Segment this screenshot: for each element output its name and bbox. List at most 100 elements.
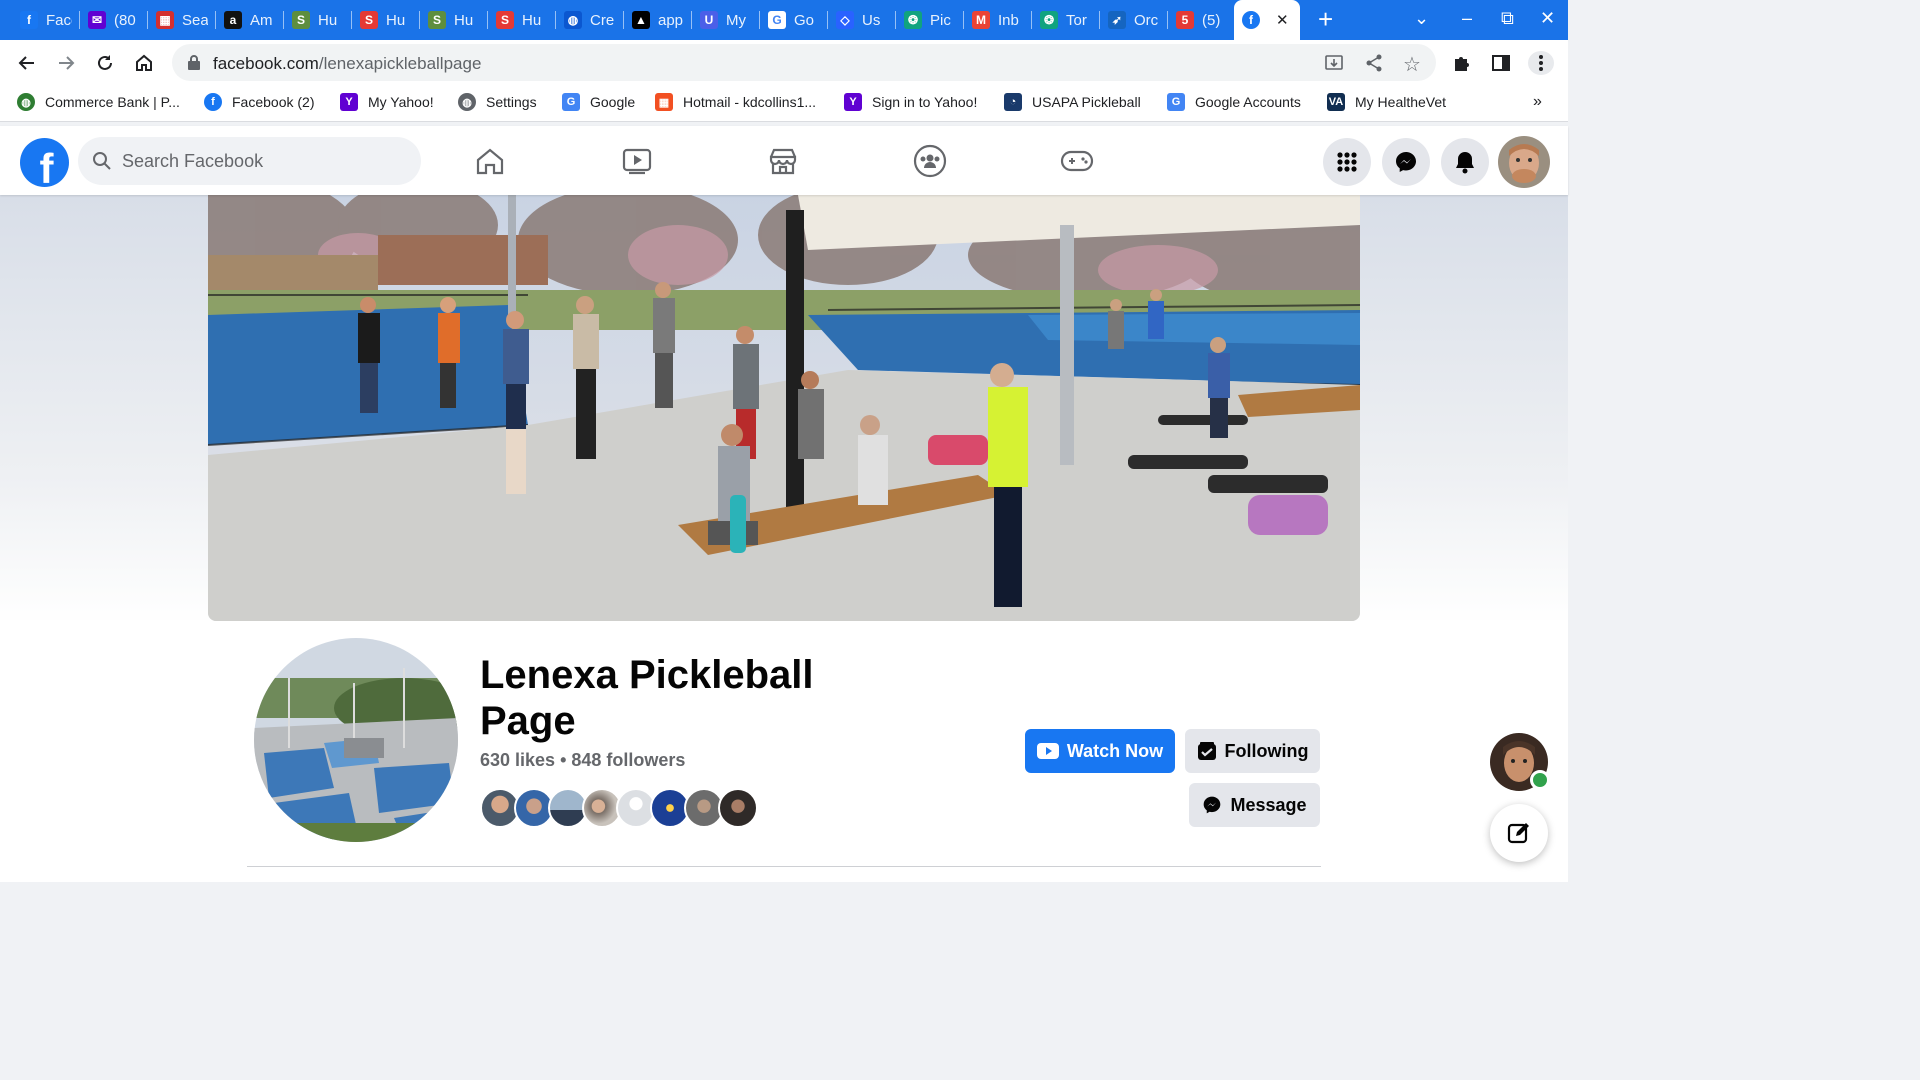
tab-title: Orc: [1134, 11, 1159, 29]
bookmark-label: Hotmail - kdcollins1...: [683, 94, 817, 110]
reload-icon[interactable]: [93, 51, 117, 75]
browser-tab[interactable]: ▦ Sea: [148, 4, 216, 36]
bookmark-star-icon[interactable]: ☆: [1403, 52, 1421, 77]
pickleball-icon: ◔: [1004, 93, 1022, 111]
minimize-icon[interactable]: –: [1462, 8, 1472, 29]
notifications-bell-icon[interactable]: [1441, 138, 1489, 186]
watch-now-button[interactable]: Watch Now: [1025, 729, 1175, 773]
restore-icon[interactable]: ⧉: [1501, 8, 1514, 29]
browser-tab[interactable]: U My: [692, 4, 760, 36]
tab-title: Am: [250, 11, 273, 29]
browser-tab[interactable]: M Inb: [964, 4, 1032, 36]
microsoft-icon: ▦: [655, 93, 673, 111]
home-browser-icon[interactable]: [132, 51, 156, 75]
browser-tab[interactable]: S Hu: [420, 4, 488, 36]
tab-title: (80: [114, 11, 136, 29]
browser-tab[interactable]: G Go: [760, 4, 828, 36]
menu-grid-icon[interactable]: [1323, 138, 1371, 186]
va-icon: VA: [1327, 93, 1345, 111]
browser-tab[interactable]: ❂ Pic: [896, 4, 964, 36]
url-text[interactable]: facebook.com/lenexapickleballpage: [213, 54, 481, 74]
browser-tab[interactable]: ▲ app: [624, 4, 692, 36]
browser-tab-strip: ⌄ – ⧉ ✕ f Facebook ✉ (80 ▦ Seaa Am S Hu S Hu S Hu S Hu…: [0, 0, 1568, 40]
back-icon[interactable]: [15, 51, 39, 75]
browser-tab[interactable]: ➶ Orc: [1100, 4, 1168, 36]
bird-icon: ➶: [1108, 11, 1126, 29]
browser-tab[interactable]: f ✕: [1234, 0, 1300, 40]
facebook-logo-icon[interactable]: f: [20, 138, 69, 187]
side-panel-icon[interactable]: [1489, 51, 1513, 75]
shopify-icon: S: [428, 11, 446, 29]
tab-title: Hu: [454, 11, 474, 29]
bookmark-label: Settings: [486, 94, 537, 110]
bookmark-item[interactable]: ▦ Hotmail - kdcollins1...: [655, 93, 816, 111]
bookmark-item[interactable]: f Facebook (2): [204, 93, 314, 111]
groups-icon[interactable]: [912, 143, 948, 179]
marketplace-icon[interactable]: [765, 143, 801, 179]
store-icon: ▦: [156, 11, 174, 29]
notification-app-icon: 5: [1176, 11, 1194, 29]
share-icon[interactable]: [1364, 53, 1384, 78]
gaming-icon[interactable]: [1059, 143, 1095, 179]
following-label: Following: [1224, 740, 1309, 761]
tab-search-icon[interactable]: ⌄: [1414, 8, 1429, 29]
forward-icon[interactable]: [54, 51, 78, 75]
url-path: /lenexapickleballpage: [318, 54, 482, 73]
more-bookmarks-button[interactable]: »: [1533, 93, 1542, 111]
messenger-small-icon: [1202, 795, 1222, 815]
new-message-compose-icon[interactable]: [1490, 804, 1548, 862]
facebook-icon: f: [204, 93, 222, 111]
bookmark-label: Google: [590, 94, 636, 110]
browser-tab[interactable]: ◇ Us: [828, 4, 896, 36]
following-button[interactable]: Following: [1185, 729, 1320, 773]
facebook-header: f: [0, 126, 1568, 195]
openai-icon: ❂: [904, 11, 922, 29]
install-app-icon[interactable]: [1324, 53, 1344, 78]
bookmark-item[interactable]: G Google Accounts: [1167, 93, 1301, 111]
browser-tab[interactable]: 5 (5): [1168, 4, 1236, 36]
account-avatar[interactable]: [1498, 136, 1550, 188]
page-likes-followers[interactable]: 630 likes • 848 followers: [480, 750, 685, 771]
new-tab-button[interactable]: +: [1318, 4, 1333, 35]
close-window-icon[interactable]: ✕: [1540, 8, 1555, 29]
facebook-search-box[interactable]: [78, 137, 421, 185]
message-button[interactable]: Message: [1189, 783, 1320, 827]
browser-menu-icon[interactable]: [1528, 51, 1554, 75]
messenger-icon[interactable]: [1382, 138, 1430, 186]
browser-tab[interactable]: a Am: [216, 4, 284, 36]
browser-tab[interactable]: ❂ Tor: [1032, 4, 1100, 36]
address-bar[interactable]: facebook.com/lenexapickleballpage ☆: [172, 44, 1436, 81]
browser-tab[interactable]: ✉ (80: [80, 4, 148, 36]
tab-title: Facebook: [46, 11, 72, 29]
watch-icon[interactable]: [619, 143, 655, 179]
page-profile-picture[interactable]: [250, 634, 462, 846]
bookmark-item[interactable]: G Google: [562, 93, 635, 111]
lock-icon[interactable]: [187, 54, 201, 76]
browser-tab[interactable]: S Hu: [284, 4, 352, 36]
facebook-icon: f: [20, 11, 38, 29]
tab-title: Sea: [182, 11, 208, 29]
bookmark-label: Sign in to Yahoo!: [872, 94, 978, 110]
tab-title: Hu: [318, 11, 338, 29]
close-tab-icon[interactable]: ✕: [1276, 11, 1289, 29]
bookmark-item[interactable]: ◍ Settings: [458, 93, 537, 111]
browser-tab[interactable]: S Hu: [352, 4, 420, 36]
bookmark-item[interactable]: ◍ Commerce Bank | P...: [17, 93, 180, 111]
yahoo-icon: Y: [844, 93, 862, 111]
cover-photo[interactable]: [208, 195, 1360, 621]
openai-icon: ❂: [1040, 11, 1058, 29]
globe-icon: ◍: [17, 93, 35, 111]
bookmark-item[interactable]: Y My Yahoo!: [340, 93, 434, 111]
bookmark-item[interactable]: VA My HealtheVet: [1327, 93, 1446, 111]
bookmarks-bar: » ◍ Commerce Bank | P... f Facebook (2) Y My …: [0, 85, 1568, 122]
home-icon[interactable]: [472, 143, 508, 179]
follower-avatar[interactable]: [718, 788, 758, 828]
extensions-icon[interactable]: [1450, 51, 1474, 75]
bookmark-label: Facebook (2): [232, 94, 315, 110]
browser-tab[interactable]: S Hu: [488, 4, 556, 36]
browser-tab[interactable]: ◍ Cre: [556, 4, 624, 36]
bookmark-item[interactable]: Y Sign in to Yahoo!: [844, 93, 977, 111]
browser-tab[interactable]: f Facebook: [12, 4, 80, 36]
bookmark-item[interactable]: ◔ USAPA Pickleball: [1004, 93, 1141, 111]
search-input[interactable]: [122, 137, 412, 185]
